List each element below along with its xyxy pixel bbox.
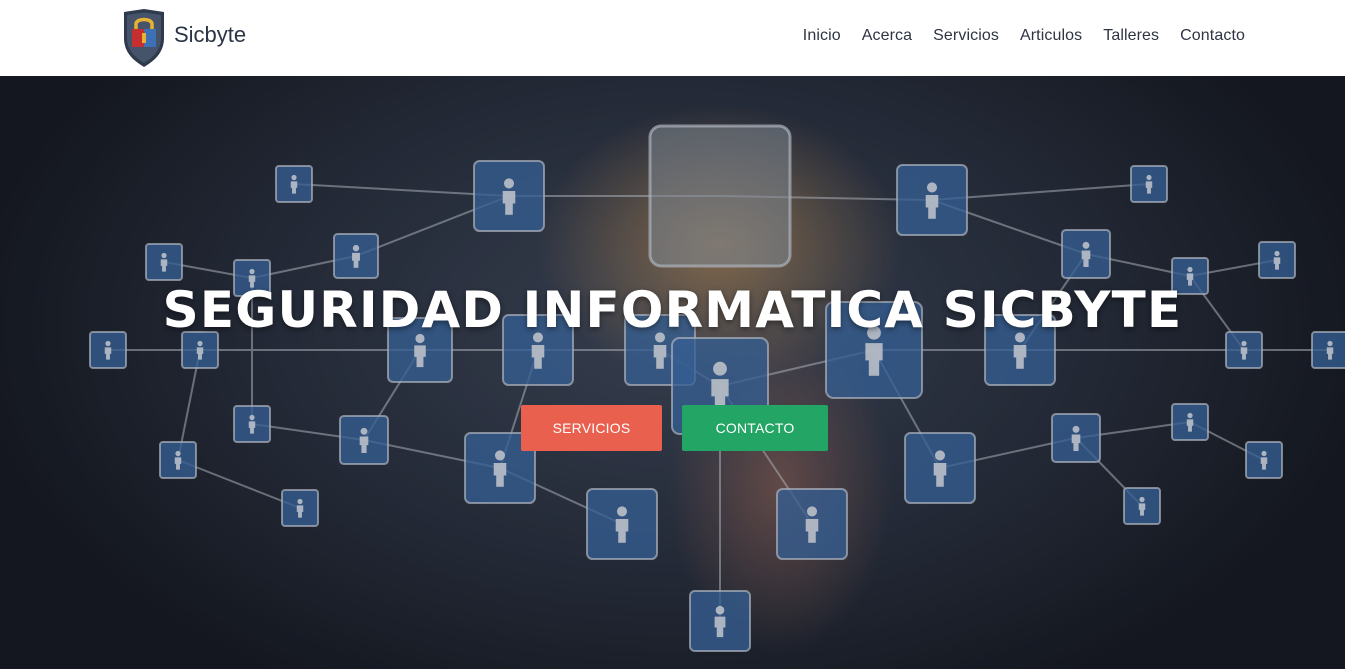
shield-lock-logo-icon xyxy=(124,9,164,67)
navbar: Sicbyte Inicio Acerca Servicios Articulo… xyxy=(0,0,1345,76)
nav-item-articulos: Articulos xyxy=(1020,27,1082,45)
brand-name: Sicbyte xyxy=(174,22,247,47)
nav-item-acerca: Acerca xyxy=(862,27,912,45)
nav-link-inicio[interactable]: Inicio xyxy=(803,27,841,44)
hero-section: SEGURIDAD INFORMATICA SICBYTE SERVICIOS … xyxy=(0,76,1345,669)
nav-item-contacto: Contacto xyxy=(1180,27,1245,45)
hero-title: SEGURIDAD INFORMATICA SICBYTE xyxy=(162,281,1183,339)
nav-item-servicios: Servicios xyxy=(933,27,999,45)
contacto-button[interactable]: CONTACTO xyxy=(682,405,828,451)
nav-link-talleres[interactable]: Talleres xyxy=(1103,27,1159,44)
nav-link-servicios[interactable]: Servicios xyxy=(933,27,999,44)
nav-link-contacto[interactable]: Contacto xyxy=(1180,27,1245,44)
brand-link[interactable]: Sicbyte xyxy=(122,8,246,68)
nav-item-inicio: Inicio xyxy=(803,27,841,45)
nav-link-acerca[interactable]: Acerca xyxy=(862,27,912,44)
hero-overlay xyxy=(0,76,1345,669)
nav-item-talleres: Talleres xyxy=(1103,27,1159,45)
servicios-button[interactable]: SERVICIOS xyxy=(521,405,662,451)
main-nav: Inicio Acerca Servicios Articulos Taller… xyxy=(782,27,1245,45)
nav-link-articulos[interactable]: Articulos xyxy=(1020,27,1082,44)
